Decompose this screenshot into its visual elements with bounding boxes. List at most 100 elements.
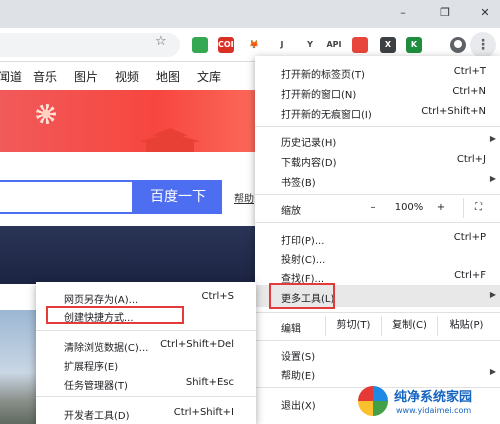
menu-item-label: 帮助(E) [281,371,316,382]
ext-x-icon[interactable]: X [380,37,396,53]
ext-y-icon[interactable]: Y [302,37,318,53]
submenu-item-clear-data[interactable]: 清除浏览数据(C)... Ctrl+Shift+Del [36,336,256,354]
search-button[interactable]: 百度一下 [134,180,222,214]
menu-item-history[interactable]: 历史记录(H) ▶ [255,130,500,150]
menu-item-bookmarks[interactable]: 书签(B) ▶ [255,170,500,190]
zoom-level: 100% [394,202,424,213]
menu-item-label: 打开新的窗口(N) [281,90,357,101]
flower-decoration-icon [36,104,56,124]
submenu-item-devtools[interactable]: 开发者工具(D) Ctrl+Shift+I [36,404,256,422]
submenu-item-label: 扩展程序(E) [64,362,119,373]
ext-api-icon[interactable]: API [326,37,342,53]
submenu-divider [36,396,256,397]
menu-item-label: 投射(C)... [281,255,326,266]
ext-excel-icon[interactable]: K [406,37,422,53]
menu-item-label: 打印(P)... [281,236,325,247]
zoom-out-button[interactable]: – [361,198,385,218]
submenu-item-shortcut: Ctrl+Shift+I [173,407,234,418]
menu-item-label: 书签(B) [281,178,316,189]
menu-item-shortcut: Ctrl+N [452,86,486,97]
ext-green-icon[interactable] [192,37,208,53]
menu-item-label: 设置(S) [281,352,316,363]
menu-edit-row: 编辑 剪切(T) 复制(C) 粘贴(P) [255,316,500,336]
search-input[interactable] [0,180,134,214]
ext-j-icon[interactable]: J [274,37,290,53]
menu-item-shortcut: Ctrl+F [454,270,486,281]
menu-item-shortcut: Ctrl+J [456,154,486,165]
watermark-url: www.yidaimei.com [396,406,472,415]
submenu-arrow-icon: ▶ [489,367,496,376]
bookmark-star-icon[interactable]: ☆ [155,34,167,49]
ext-fox-icon[interactable]: 🦊 [246,37,262,53]
submenu-item-label: 清除浏览数据(C)... [64,343,149,354]
menu-divider [255,222,500,223]
minimize-icon[interactable]: – [394,4,412,22]
copy-button[interactable]: 复制(C) [381,316,437,336]
menu-item-label: 历史记录(H) [281,138,337,149]
nav-link-news[interactable]: 闻道 [0,68,22,85]
menu-item-downloads[interactable]: 下载内容(D) Ctrl+J [255,150,500,170]
highlight-box-more-tools [269,283,335,309]
paste-button[interactable]: 粘贴(P) [437,316,495,336]
menu-item-shortcut: Ctrl+P [453,232,486,243]
submenu-divider [36,330,256,331]
watermark-title: 纯净系统家园 [394,390,473,405]
ext-flame-icon[interactable] [352,37,368,53]
submenu-item-save-page[interactable]: 网页另存为(A)... Ctrl+S [36,288,256,306]
menu-item-shortcut: Ctrl+Shift+N [421,106,486,117]
edit-label: 编辑 [281,324,301,335]
submenu-arrow-icon: ▶ [489,290,496,299]
menu-item-new-window[interactable]: 打开新的窗口(N) Ctrl+N [255,82,500,102]
zoom-in-button[interactable]: + [429,198,453,218]
fullscreen-icon[interactable]: ⛶ [463,198,493,218]
submenu-item-label: 任务管理器(T) [64,381,128,392]
nav-link-music[interactable]: 音乐 [33,68,57,85]
chrome-main-menu: 打开新的标签页(T) Ctrl+T 打开新的窗口(N) Ctrl+N 打开新的无… [255,56,500,424]
menu-item-help[interactable]: 帮助(E) ▶ [255,363,500,383]
nav-link-images[interactable]: 图片 [74,68,98,85]
help-link[interactable]: 帮助 [234,190,254,205]
menu-item-new-tab[interactable]: 打开新的标签页(T) Ctrl+T [255,62,500,82]
address-bar[interactable] [0,33,180,57]
submenu-item-shortcut: Ctrl+Shift+Del [160,339,234,350]
close-icon[interactable]: ✕ [476,4,494,22]
submenu-item-extensions[interactable]: 扩展程序(E) [36,355,256,373]
city-photo [0,310,40,424]
window-titlebar: – ❐ ✕ [0,0,500,28]
menu-item-print[interactable]: 打印(P)... Ctrl+P [255,228,500,248]
submenu-item-label: 网页另存为(A)... [64,295,139,306]
nav-link-map[interactable]: 地图 [156,68,180,85]
menu-item-label: 打开新的无痕窗口(I) [281,110,372,121]
menu-divider [255,340,500,341]
menu-item-shortcut: Ctrl+T [453,66,486,77]
more-tools-submenu: 网页另存为(A)... Ctrl+S 创建快捷方式... 清除浏览数据(C)..… [36,282,256,424]
menu-item-label: 下载内容(D) [281,158,337,169]
baidu-nav: 闻道 音乐 图片 视频 地图 文库 [0,62,260,88]
highlight-box-create-shortcut [46,306,184,324]
submenu-item-shortcut: Shift+Esc [185,377,234,388]
menu-item-new-incognito[interactable]: 打开新的无痕窗口(I) Ctrl+Shift+N [255,102,500,122]
nav-link-wenku[interactable]: 文库 [197,68,221,85]
restore-icon[interactable]: ❐ [436,4,454,22]
submenu-arrow-icon: ▶ [489,134,496,143]
submenu-item-task-manager[interactable]: 任务管理器(T) Shift+Esc [36,374,256,392]
submenu-arrow-icon: ▶ [489,174,496,183]
chrome-menu-icon[interactable]: ⋮ [470,32,496,58]
watermark-logo-icon [358,386,388,416]
menu-divider [255,194,500,195]
baidu-doodle-banner[interactable] [0,90,260,152]
profile-avatar-icon[interactable] [450,37,466,53]
ext-coin-icon[interactable]: COIN [218,37,240,53]
submenu-item-shortcut: Ctrl+S [201,291,234,302]
menu-divider [255,126,500,127]
menu-item-label: 退出(X) [281,401,316,412]
menu-item-settings[interactable]: 设置(S) [255,344,500,364]
menu-divider [255,312,500,313]
cut-button[interactable]: 剪切(T) [325,316,381,336]
nav-link-video[interactable]: 视频 [115,68,139,85]
zoom-label: 缩放 [281,206,301,217]
news-banner [0,226,260,284]
menu-zoom-row: 缩放 – 100% + ⛶ [255,198,500,218]
menu-item-cast[interactable]: 投射(C)... [255,247,500,267]
site-watermark: 纯净系统家园 www.yidaimei.com [358,384,498,422]
